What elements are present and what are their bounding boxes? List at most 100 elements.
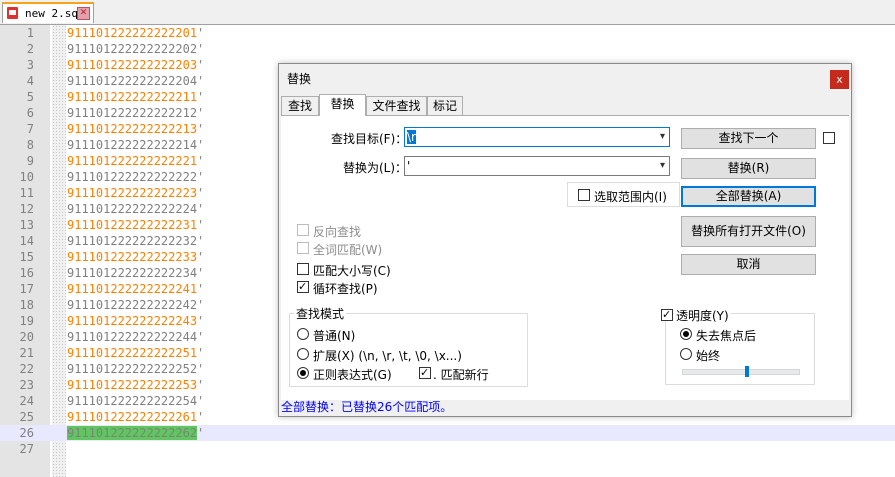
search-mode-regex-label: 正则表达式(G) — [313, 368, 392, 382]
quote-char: ' — [197, 330, 205, 344]
numeric-literal: 911101222222222243 — [67, 314, 198, 328]
dot-matches-newline-checkbox[interactable] — [419, 367, 431, 379]
quote-char: ' — [197, 154, 205, 168]
close-tab-icon[interactable]: ✕ — [77, 7, 90, 20]
file-tab-new-2-sql[interactable]: new 2.sql ✕ — [2, 2, 94, 23]
transparency-on-lose-focus-radio[interactable] — [680, 328, 692, 340]
search-mode-title: 查找模式 — [294, 305, 347, 322]
close-dialog-button[interactable]: x — [830, 70, 849, 89]
numeric-literal: 911101222222222231 — [67, 218, 198, 232]
dialog-title: 替换 — [287, 72, 312, 86]
replace-with-combobox[interactable]: ' ▾ — [404, 156, 670, 176]
quote-char: ' — [197, 138, 205, 152]
find-what-label: 查找目标(F)： — [331, 132, 408, 146]
quote-char: ' — [197, 234, 205, 248]
replace-all-button[interactable]: 全部替换(A) — [681, 186, 816, 207]
find-what-combobox[interactable]: \r ▾ — [404, 127, 670, 147]
numeric-literal: 911101222222222214 — [67, 138, 198, 152]
quote-char: ' — [197, 410, 205, 424]
quote-char: ' — [197, 58, 205, 72]
chevron-down-icon[interactable]: ▾ — [660, 160, 665, 171]
line-number: 9 — [26, 154, 34, 168]
tab-find[interactable]: 查找 — [281, 96, 319, 115]
numeric-literal: 911101222222222221 — [67, 154, 198, 168]
line-number: 12 — [19, 202, 34, 216]
quote-char: ' — [197, 346, 205, 360]
replace-button[interactable]: 替换(R) — [681, 158, 816, 179]
find-next-extra-checkbox[interactable] — [823, 132, 835, 144]
replace-all-open-docs-button[interactable]: 替换所有打开文件(O) — [681, 216, 816, 247]
quote-char: ' — [197, 426, 205, 440]
dialog-tabs: 查找 替换 文件查找 标记 — [281, 94, 841, 116]
line-number: 23 — [19, 378, 34, 392]
search-mode-normal-radio[interactable] — [297, 328, 309, 340]
line-number: 6 — [26, 106, 34, 120]
quote-char: ' — [197, 74, 205, 88]
quote-char: ' — [197, 218, 205, 232]
numeric-literal: 911101222222222242 — [67, 298, 198, 312]
tab-find-in-files[interactable]: 文件查找 — [366, 96, 427, 115]
line-code: 911101222222222203' — [67, 57, 204, 73]
backward-direction-label: 反向查找 — [313, 225, 362, 239]
editor-line[interactable]: 1 911101222222222201' — [0, 25, 895, 41]
editor-line[interactable]: 2 911101222222222202' — [0, 41, 895, 57]
replace-with-label: 替换为(L)： — [343, 161, 408, 175]
whole-word-checkbox[interactable] — [297, 242, 309, 254]
status-message: 全部替换：已替换26个匹配项。 — [281, 400, 453, 414]
match-case-label: 匹配大小写(C) — [313, 264, 391, 278]
transparency-always-radio[interactable] — [680, 348, 692, 360]
line-code: 911101222222222204' — [67, 73, 204, 89]
line-code: 911101222222222222' — [67, 169, 204, 185]
line-code: 911101222222222202' — [67, 41, 204, 57]
transparency-title: 透明度(Y) — [674, 307, 731, 324]
wrap-around-checkbox[interactable] — [297, 281, 309, 293]
numeric-literal: 911101222222222211 — [67, 90, 198, 104]
line-number: 19 — [19, 314, 34, 328]
quote-char: ' — [197, 122, 205, 136]
quote-char: ' — [197, 202, 205, 216]
dot-matches-newline-label: . 匹配新行 — [433, 368, 489, 382]
match-case-checkbox[interactable] — [297, 263, 309, 275]
search-mode-regex-radio[interactable] — [297, 367, 309, 379]
replace-with-value: ' — [407, 159, 411, 173]
line-number: 2 — [26, 42, 34, 56]
line-number: 14 — [19, 234, 34, 248]
backward-direction-checkbox[interactable] — [297, 224, 309, 236]
editor-line[interactable]: 26 911101222222222262' — [0, 425, 895, 441]
line-number: 13 — [19, 218, 34, 232]
line-number: 10 — [19, 170, 34, 184]
quote-char: ' — [197, 298, 205, 312]
quote-char: ' — [197, 282, 205, 296]
quote-char: ' — [197, 186, 205, 200]
line-number: 16 — [19, 266, 34, 280]
cancel-button[interactable]: 取消 — [681, 254, 816, 275]
tab-mark[interactable]: 标记 — [427, 96, 463, 115]
quote-char: ' — [197, 170, 205, 184]
line-code: 911101222222222253' — [67, 377, 204, 393]
numeric-literal: 911101222222222253 — [67, 378, 198, 392]
quote-char: ' — [197, 42, 205, 56]
numeric-literal: 911101222222222234 — [67, 266, 198, 280]
editor-line[interactable]: 27 — [0, 441, 895, 457]
numeric-literal: 911101222222222244 — [67, 330, 198, 344]
numeric-literal: 911101222222222252 — [67, 362, 198, 376]
wrap-around-label: 循环查找(P) — [313, 282, 378, 296]
line-number: 15 — [19, 250, 34, 264]
find-next-button[interactable]: 查找下一个 — [681, 128, 816, 149]
line-number: 21 — [19, 346, 34, 360]
line-code: 911101222222222211' — [67, 89, 204, 105]
numeric-literal: 911101222222222233 — [67, 250, 198, 264]
transparency-checkbox[interactable] — [661, 309, 673, 321]
numeric-literal: 911101222222222203 — [67, 58, 198, 72]
tab-replace[interactable]: 替换 — [319, 94, 366, 116]
transparency-slider[interactable] — [682, 366, 800, 377]
numeric-literal: 911101222222222262 — [67, 426, 198, 440]
search-mode-extended-radio[interactable] — [297, 348, 309, 360]
chevron-down-icon[interactable]: ▾ — [660, 131, 665, 142]
line-number: 5 — [26, 90, 34, 104]
numeric-literal: 911101222222222201 — [67, 26, 198, 40]
line-number: 4 — [26, 74, 34, 88]
transparency-slider-thumb[interactable] — [745, 366, 749, 377]
numeric-literal: 911101222222222202 — [67, 42, 198, 56]
in-selection-checkbox[interactable] — [578, 189, 590, 201]
